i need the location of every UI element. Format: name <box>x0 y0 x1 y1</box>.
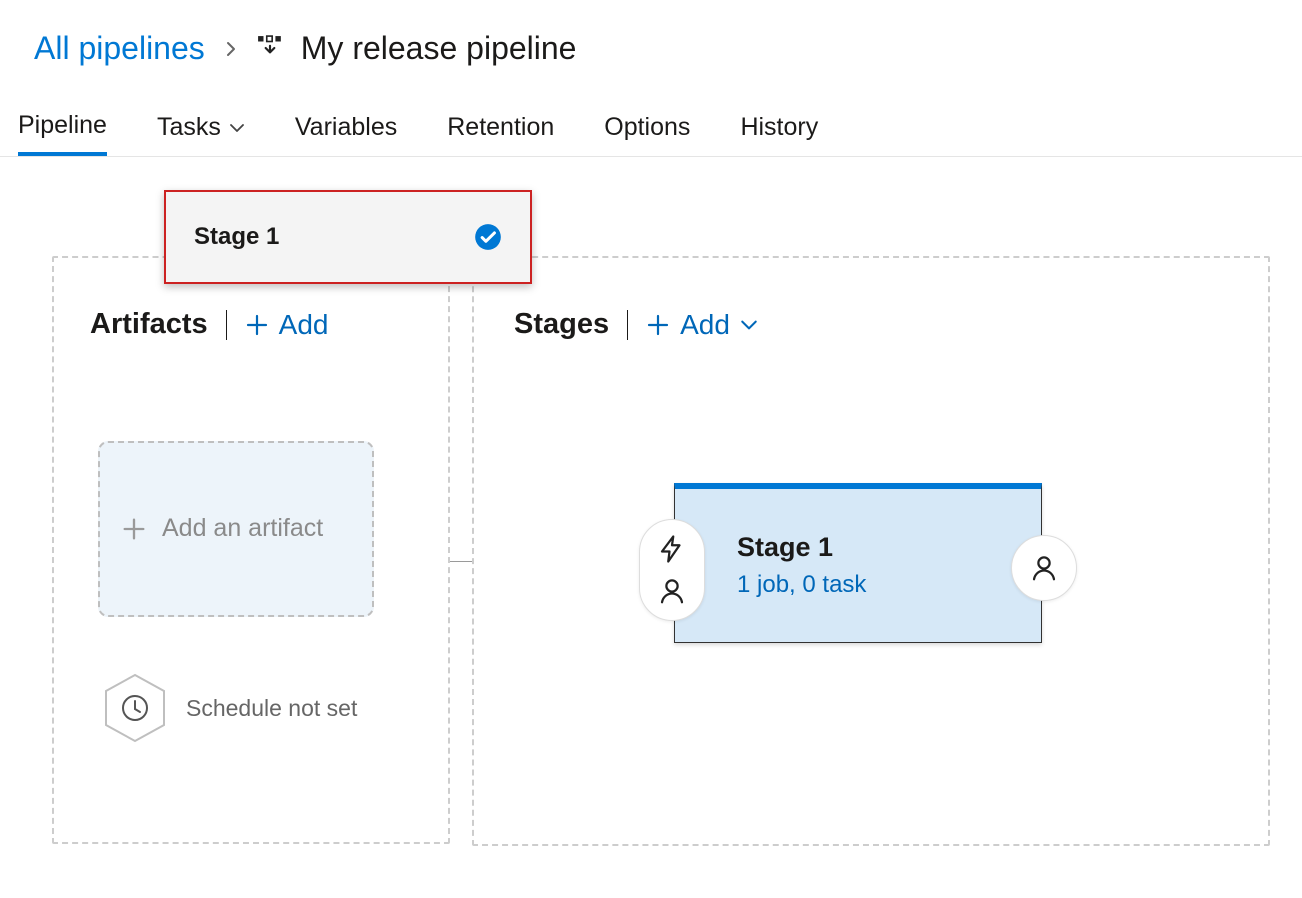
stages-panel: Stages Add Stage 1 <box>472 256 1270 846</box>
plus-icon <box>120 515 148 543</box>
trigger-lightning-icon <box>657 534 687 564</box>
stages-title: Stages <box>514 308 609 341</box>
tab-pipeline[interactable]: Pipeline <box>18 111 107 156</box>
plus-icon <box>646 313 670 337</box>
pipeline-type-icon <box>257 30 283 67</box>
stages-header: Stages Add <box>514 308 1228 341</box>
add-artifact-button[interactable]: Add <box>245 309 329 341</box>
breadcrumb: All pipelines My release pipeline <box>0 0 1302 91</box>
separator <box>226 310 227 340</box>
add-artifact-label: Add <box>279 309 329 341</box>
checkmark-circle-icon <box>474 223 502 251</box>
separator <box>627 310 628 340</box>
tab-retention[interactable]: Retention <box>447 111 554 156</box>
chevron-down-icon <box>229 120 245 136</box>
schedule-trigger-text: Schedule not set <box>186 694 357 723</box>
artifacts-panel: Artifacts Add Add an artifact <box>52 256 450 844</box>
breadcrumb-root-link[interactable]: All pipelines <box>34 30 205 67</box>
add-artifact-placeholder-text: Add an artifact <box>162 513 323 544</box>
chevron-right-icon <box>223 41 239 57</box>
plus-icon <box>245 313 269 337</box>
tab-options[interactable]: Options <box>604 111 690 156</box>
tasks-dropdown-item[interactable]: Stage 1 <box>164 190 532 284</box>
pipeline-canvas: Artifacts Add Add an artifact <box>52 256 1272 858</box>
schedule-trigger[interactable]: Schedule not set <box>104 673 412 743</box>
tab-history[interactable]: History <box>740 111 818 156</box>
person-icon <box>1029 553 1059 583</box>
add-artifact-placeholder[interactable]: Add an artifact <box>98 441 374 617</box>
clock-hexagon-icon <box>104 673 166 743</box>
stage-card-name: Stage 1 <box>737 532 1041 563</box>
tab-tasks[interactable]: Tasks <box>157 111 245 156</box>
tab-variables[interactable]: Variables <box>295 111 397 156</box>
artifacts-title: Artifacts <box>90 308 208 341</box>
page-title: My release pipeline <box>301 30 577 67</box>
tasks-dropdown-stage-label: Stage 1 <box>194 223 279 251</box>
stage-card-detail-link[interactable]: 1 job, 0 task <box>737 571 1041 599</box>
post-deployment-conditions-button[interactable] <box>1011 535 1077 601</box>
stage-card[interactable]: Stage 1 1 job, 0 task <box>674 483 1042 643</box>
add-stage-button[interactable]: Add <box>646 309 758 341</box>
add-stage-label: Add <box>680 309 730 341</box>
artifacts-header: Artifacts Add <box>90 308 412 341</box>
chevron-down-icon <box>740 316 758 334</box>
tabs-bar: Pipeline Tasks Variables Retention Optio… <box>0 111 1302 157</box>
person-icon <box>657 576 687 606</box>
pre-deployment-conditions-button[interactable] <box>639 519 705 621</box>
